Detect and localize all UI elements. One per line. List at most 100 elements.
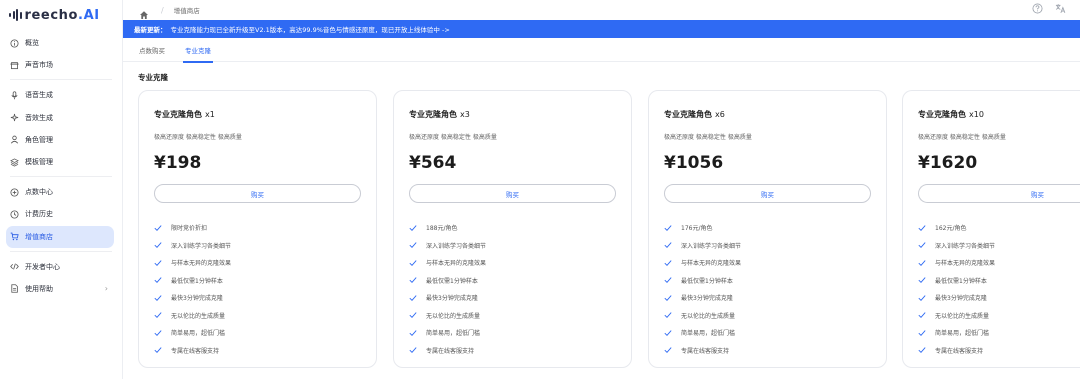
buy-button[interactable]: 购买 [664,184,871,203]
check-icon [664,294,672,302]
list-item: 与样本无异的克隆效果 [664,254,741,272]
card-quantity: x10 [969,110,984,119]
sidebar-item-roles[interactable]: 角色管理 [0,129,122,151]
check-icon [664,311,672,319]
list-item: 简单易用，超低门槛 [664,324,741,342]
list-item: 最快3分钟完成克隆 [664,289,741,307]
sidebar-item-label: 声音市场 [25,61,53,70]
check-icon [918,276,926,284]
card-subtitle: 极高还原度 极高稳定性 极高质量 [409,134,497,141]
list-item: 无以伦比的生成质量 [918,307,995,325]
breadcrumb-separator: / [161,5,164,15]
sidebar: reecho.AI 概览 声音市场 语音生成 音效生成 角色管理 模板管理 点数… [0,0,123,379]
list-item: 专属在线客服支持 [918,342,995,360]
sidebar-item-label: 角色管理 [25,135,53,144]
sidebar-item-overview[interactable]: 概览 [0,32,122,54]
list-item: 简单易用，超低门槛 [409,324,486,342]
check-icon [409,311,417,319]
list-item: 与样本无异的克隆效果 [918,254,995,272]
check-icon [154,346,162,354]
sidebar-item-label: 概览 [25,39,39,48]
sidebar-item-points-center[interactable]: 点数中心 [0,181,122,203]
feature-list: 限时竞价折扣 深入训练学习各类细节 与样本无异的克隆效果 最低仅需1分钟样本 最… [154,219,231,359]
check-icon [154,311,162,319]
feature-list: 188元/角色 深入训练学习各类细节 与样本无异的克隆效果 最低仅需1分钟样本 … [409,219,486,359]
divider [10,250,112,252]
check-icon [664,276,672,284]
card-price: ¥198 [154,153,202,173]
list-item: 简单易用，超低门槛 [154,324,231,342]
buy-button[interactable]: 购买 [409,184,616,203]
sidebar-item-developer-center[interactable]: 开发者中心 [0,256,122,278]
check-icon [409,241,417,249]
sidebar-item-sfx-gen[interactable]: 音效生成 [0,107,122,129]
breadcrumb-current: 增值商店 [173,7,200,15]
check-icon [664,346,672,354]
cart-icon [10,232,19,241]
buy-button[interactable]: 购买 [154,184,361,203]
tab-pro-clone[interactable]: 专业克隆 [183,38,213,63]
banner-prefix: 最新更新： [134,26,167,34]
microphone-icon [10,91,19,100]
home-icon[interactable] [139,5,149,19]
sidebar-item-voice-market[interactable]: 声音市场 [0,54,122,76]
list-item: 176元/角色 [664,219,741,237]
card-subtitle: 极高还原度 极高稳定性 极高质量 [664,134,752,141]
card-title: 专业克隆角色 x10 [918,110,984,119]
sidebar-item-templates[interactable]: 模板管理 [0,151,122,173]
divider [10,176,112,178]
sidebar-item-label: 计费历史 [25,210,53,219]
notice-banner[interactable]: 最新更新： 专业克隆能力现已全新升级至V2.1版本，高达99.9%音色与情感还原… [123,20,1080,38]
card-quantity: x3 [460,110,470,119]
list-item: 最低仅需1分钟样本 [409,272,486,290]
history-icon [10,210,19,219]
sidebar-item-label: 开发者中心 [25,262,60,271]
check-icon [918,311,926,319]
card-price: ¥1620 [918,153,978,173]
list-item: 深入训练学习各类细节 [409,237,486,255]
tab-bar: 点数购买 专业克隆 [123,38,1080,63]
card-quantity: x1 [205,110,215,119]
feature-list: 162元/角色 深入训练学习各类细节 与样本无异的克隆效果 最低仅需1分钟样本 … [918,219,995,359]
logo-text: reecho.AI [24,7,100,23]
list-item: 最低仅需1分钟样本 [918,272,995,290]
check-icon [918,241,926,249]
sidebar-item-label: 音效生成 [25,113,53,122]
check-icon [409,346,417,354]
check-icon [664,259,672,267]
language-icon[interactable] [1055,3,1066,17]
sidebar-item-speech-gen[interactable]: 语音生成 [0,84,122,106]
sidebar-item-billing-history[interactable]: 计费历史 [0,203,122,225]
logo-waveform-icon [9,9,22,21]
feature-list: 176元/角色 深入训练学习各类细节 与样本无异的克隆效果 最低仅需1分钟样本 … [664,219,741,359]
check-icon [918,329,926,337]
check-icon [918,259,926,267]
list-item: 与样本无异的克隆效果 [154,254,231,272]
sidebar-item-help[interactable]: 使用帮助 › [0,278,122,300]
sidebar-item-label: 增值商店 [25,232,53,241]
list-item: 深入训练学习各类细节 [664,237,741,255]
help-icon[interactable] [1032,3,1043,17]
reecho-logo[interactable]: reecho.AI [9,7,100,23]
chevron-right-icon: › [104,284,108,294]
top-bar: / 增值商店 [123,0,1080,20]
pricing-card: 专业克隆角色 x3 极高还原度 极高稳定性 极高质量 ¥564 购买 188元/角… [393,90,632,368]
list-item: 专属在线客服支持 [664,342,741,360]
check-icon [664,241,672,249]
sidebar-item-label: 模板管理 [25,158,53,167]
sidebar-item-value-store[interactable]: 增值商店 [6,225,114,248]
card-title: 专业克隆角色 x6 [664,110,725,119]
check-icon [154,276,162,284]
list-item: 专属在线客服支持 [154,342,231,360]
tab-points-purchase[interactable]: 点数购买 [139,38,165,62]
list-item: 深入训练学习各类细节 [918,237,995,255]
sidebar-item-label: 使用帮助 [25,284,53,293]
banner-text: 专业克隆能力现已全新升级至V2.1版本，高达99.9%音色与情感还原度，现已开放… [170,26,450,34]
sidebar-menu: 概览 声音市场 语音生成 音效生成 角色管理 模板管理 点数中心 计费历史 增值… [0,32,122,300]
section-title: 专业克隆 [138,73,168,82]
check-icon [409,329,417,337]
divider [10,79,112,81]
list-item: 深入训练学习各类细节 [154,237,231,255]
sidebar-item-label: 点数中心 [25,188,53,197]
buy-button[interactable]: 购买 [918,184,1080,203]
